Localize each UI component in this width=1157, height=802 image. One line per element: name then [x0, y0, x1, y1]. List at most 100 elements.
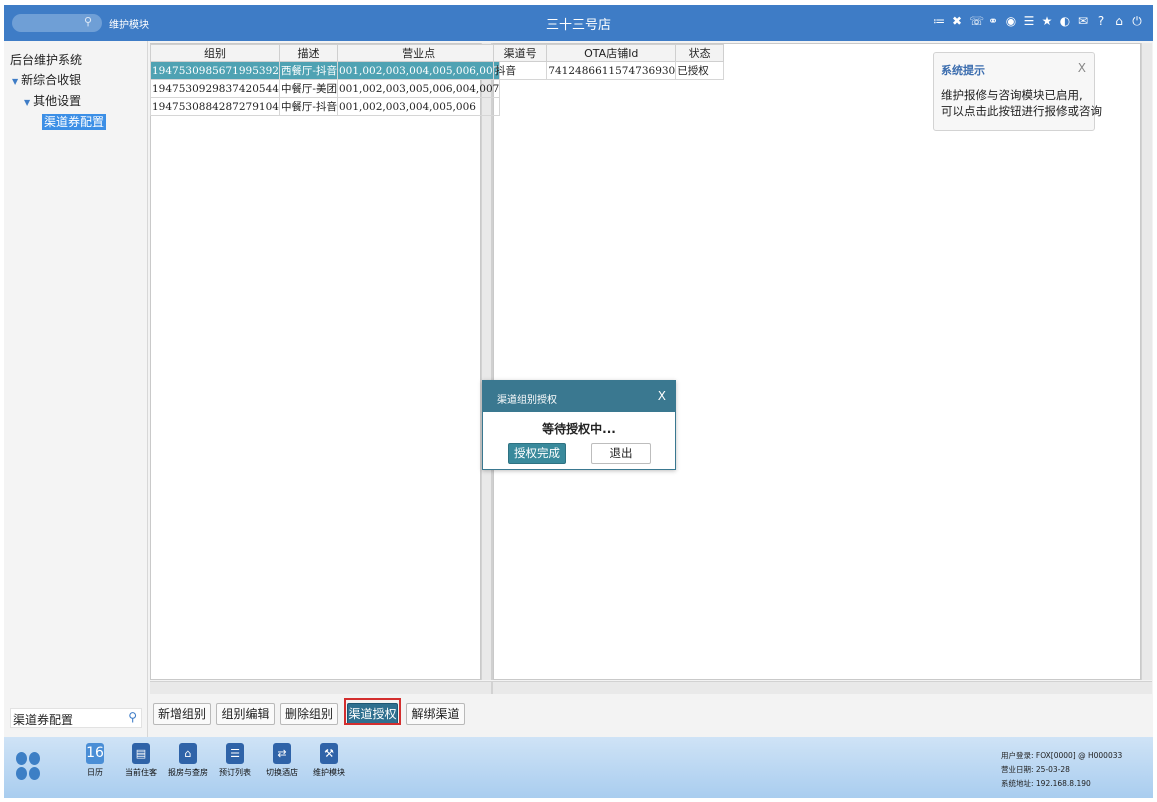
status-user: 用户登录: FOX[0000] @ H000033 — [1001, 751, 1123, 760]
table-header-row: 组别 描述 营业点 — [150, 44, 501, 62]
taskbar-item-label: 报房与查房 — [168, 768, 208, 777]
taskbar-item-label: 日历 — [87, 768, 103, 777]
group-table-panel — [150, 43, 481, 680]
switch-icon: ⇄ — [273, 743, 291, 764]
half-circle-icon[interactable]: ◐ — [1059, 13, 1071, 29]
app-logo-icon[interactable] — [16, 752, 40, 782]
cell-channel: 抖音 — [492, 61, 548, 80]
top-bar: ⚲ 维护模块 三十三号店 ≔ ✖ ☏ ⚭ ◉ ☰ ★ ◐ ✉ ? ⌂ ⏻ — [4, 5, 1153, 41]
close-icon[interactable]: X — [658, 389, 666, 403]
wifi-icon[interactable]: ≔ — [933, 13, 945, 29]
tip-message: 维护报修与咨询模块已启用, 可以点击此按钮进行报修或咨询 — [941, 87, 1102, 119]
cell-ota-store-id: 7412486611574736930 — [546, 61, 677, 80]
expand-arrow-icon[interactable]: ▼ — [24, 98, 30, 107]
mail-icon[interactable]: ✉ — [1077, 13, 1089, 29]
unbind-channel-button[interactable]: 解绑渠道 — [406, 703, 465, 725]
edit-group-button[interactable]: 组别编辑 — [216, 703, 275, 725]
column-header-outlets[interactable]: 营业点 — [336, 44, 501, 62]
taskbar-item-current-guests[interactable]: ▤ 当前住客 — [124, 743, 158, 778]
taskbar-item-room-report[interactable]: ⌂ 报房与查房 — [168, 743, 208, 778]
house-icon: ⌂ — [179, 743, 197, 764]
close-icon[interactable]: X — [1078, 61, 1086, 75]
taskbar-item-label: 维护模块 — [313, 768, 345, 777]
guest-card-icon: ▤ — [132, 743, 150, 764]
channel-auth-highlight — [344, 698, 401, 725]
channel-table: 渠道号 OTA店铺Id 状态 抖音 7412486611574736930 已授… — [492, 44, 724, 80]
tree-item-label: 后台维护系统 — [10, 53, 83, 67]
document-icon: ☰ — [226, 743, 244, 764]
taskbar-item-maintenance[interactable]: ⚒ 维护模块 — [313, 743, 345, 778]
tip-line: 维护报修与咨询模块已启用, — [941, 88, 1083, 102]
status-info: 用户登录: FOX[0000] @ H000033 营业日期: 25-03-28… — [1001, 749, 1122, 791]
column-header-ota-store-id[interactable]: OTA店铺Id — [546, 44, 677, 62]
dialog-message: 等待授权中... — [542, 422, 616, 436]
cell-status: 已授权 — [675, 61, 724, 80]
taskbar-item-reservations[interactable]: ☰ 预订列表 — [219, 743, 251, 778]
cell-group-id: 1947530929837420544 — [150, 79, 280, 98]
palette-icon[interactable]: ◉ — [1005, 13, 1017, 29]
table-header-row: 渠道号 OTA店铺Id 状态 — [492, 44, 724, 62]
top-toolbar-icons: ≔ ✖ ☏ ⚭ ◉ ☰ ★ ◐ ✉ ? ⌂ ⏻ — [933, 13, 1143, 29]
cell-outlets: 001,002,003,004,005,006,007 — [336, 61, 501, 80]
star-icon[interactable]: ★ — [1041, 13, 1053, 29]
channel-table-scrollbar[interactable] — [1141, 43, 1152, 680]
menu-icon[interactable]: ☰ — [1023, 13, 1035, 29]
power-icon[interactable]: ⏻ — [1131, 13, 1143, 29]
taskbar: 16 日历 ▤ 当前住客 ⌂ 报房与查房 ☰ 预订列表 ⇄ 切换酒店 ⚒ 维护模… — [4, 737, 1153, 798]
tip-line: 可以点击此按钮进行报修或咨询 — [941, 104, 1102, 118]
tree-item-channel-coupon-config[interactable]: 渠道券配置 — [42, 113, 107, 130]
cell-description: 西餐厅-抖音 — [278, 61, 339, 80]
horizontal-scrollbar-divider — [491, 681, 493, 694]
cell-description: 中餐厅-抖音 — [278, 97, 339, 116]
add-group-button[interactable]: 新增组别 — [153, 703, 211, 725]
phone-icon[interactable]: ☏ — [969, 13, 984, 29]
tree-item-label: 其他设置 — [33, 94, 82, 108]
table-row[interactable]: 1947530985671995392 西餐厅-抖音 001,002,003,0… — [150, 61, 501, 80]
delete-group-button[interactable]: 删除组别 — [280, 703, 338, 725]
column-header-status[interactable]: 状态 — [675, 44, 724, 62]
cell-outlets: 001,002,003,004,005,006 — [336, 97, 501, 116]
help-icon[interactable]: ? — [1095, 13, 1107, 29]
status-system-address: 系统地址: 192.168.8.190 — [1001, 779, 1091, 788]
system-tip-popover: 系统提示 X 维护报修与咨询模块已启用, 可以点击此按钮进行报修或咨询 — [933, 52, 1102, 131]
exit-button[interactable]: 退出 — [591, 443, 651, 464]
taskbar-item-label: 切换酒店 — [266, 768, 298, 777]
sidebar: 后台维护系统 ▼ 新综合收银 ▼ 其他设置 渠道券配置 渠道券配置 ⚲ — [4, 41, 148, 737]
tree-item-label: 渠道券配置 — [42, 114, 107, 130]
table-row[interactable]: 抖音 7412486611574736930 已授权 — [492, 61, 724, 80]
sidebar-search-value: 渠道券配置 — [13, 713, 74, 727]
wrench-icon: ⚒ — [320, 743, 338, 764]
tree-item-label: 新综合收银 — [21, 73, 82, 87]
cell-group-id: 1947530985671995392 — [150, 61, 280, 80]
group-table-scrollbar[interactable] — [481, 43, 491, 680]
channel-table-panel — [493, 43, 1141, 680]
expand-arrow-icon[interactable]: ▼ — [12, 77, 18, 86]
group-table: 组别 描述 营业点 1947530985671995392 西餐厅-抖音 001… — [150, 44, 501, 116]
tools-icon[interactable]: ✖ — [951, 13, 963, 29]
auth-complete-button[interactable]: 授权完成 — [508, 443, 566, 464]
home-icon[interactable]: ⌂ — [1113, 13, 1125, 29]
taskbar-item-switch-hotel[interactable]: ⇄ 切换酒店 — [265, 743, 299, 778]
status-business-date: 营业日期: 25-03-28 — [1001, 765, 1070, 774]
tree-item-cashier[interactable]: ▼ 新综合收银 — [12, 71, 81, 88]
column-header-description[interactable]: 描述 — [278, 44, 339, 62]
table-row[interactable]: 1947530929837420544 中餐厅-美团 001,002,003,0… — [150, 79, 501, 98]
taskbar-item-label: 当前住客 — [125, 768, 157, 777]
tree-item-root[interactable]: 后台维护系统 — [10, 51, 82, 68]
channel-group-auth-dialog: 渠道组别授权 X 等待授权中... 授权完成 退出 — [482, 380, 676, 470]
cell-group-id: 1947530884287279104 — [150, 97, 280, 116]
dialog-header: 渠道组别授权 X — [483, 381, 675, 412]
sidebar-search-input[interactable]: 渠道券配置 ⚲ — [10, 708, 142, 728]
dialog-title: 渠道组别授权 — [497, 395, 557, 406]
column-header-group[interactable]: 组别 — [150, 44, 280, 62]
tree-item-other-settings[interactable]: ▼ 其他设置 — [24, 92, 81, 109]
column-header-channel[interactable]: 渠道号 — [492, 44, 548, 62]
search-icon[interactable]: ⚲ — [128, 710, 137, 724]
taskbar-item-calendar[interactable]: 16 日历 — [82, 743, 108, 778]
taskbar-item-label: 预订列表 — [219, 768, 251, 777]
horizontal-scrollbar[interactable] — [150, 681, 1152, 694]
table-row[interactable]: 1947530884287279104 中餐厅-抖音 001,002,003,0… — [150, 97, 501, 116]
support-icon[interactable]: ⚭ — [987, 13, 999, 29]
cell-outlets: 001,002,003,005,006,004,007 — [336, 79, 501, 98]
tip-title: 系统提示 — [941, 64, 985, 77]
